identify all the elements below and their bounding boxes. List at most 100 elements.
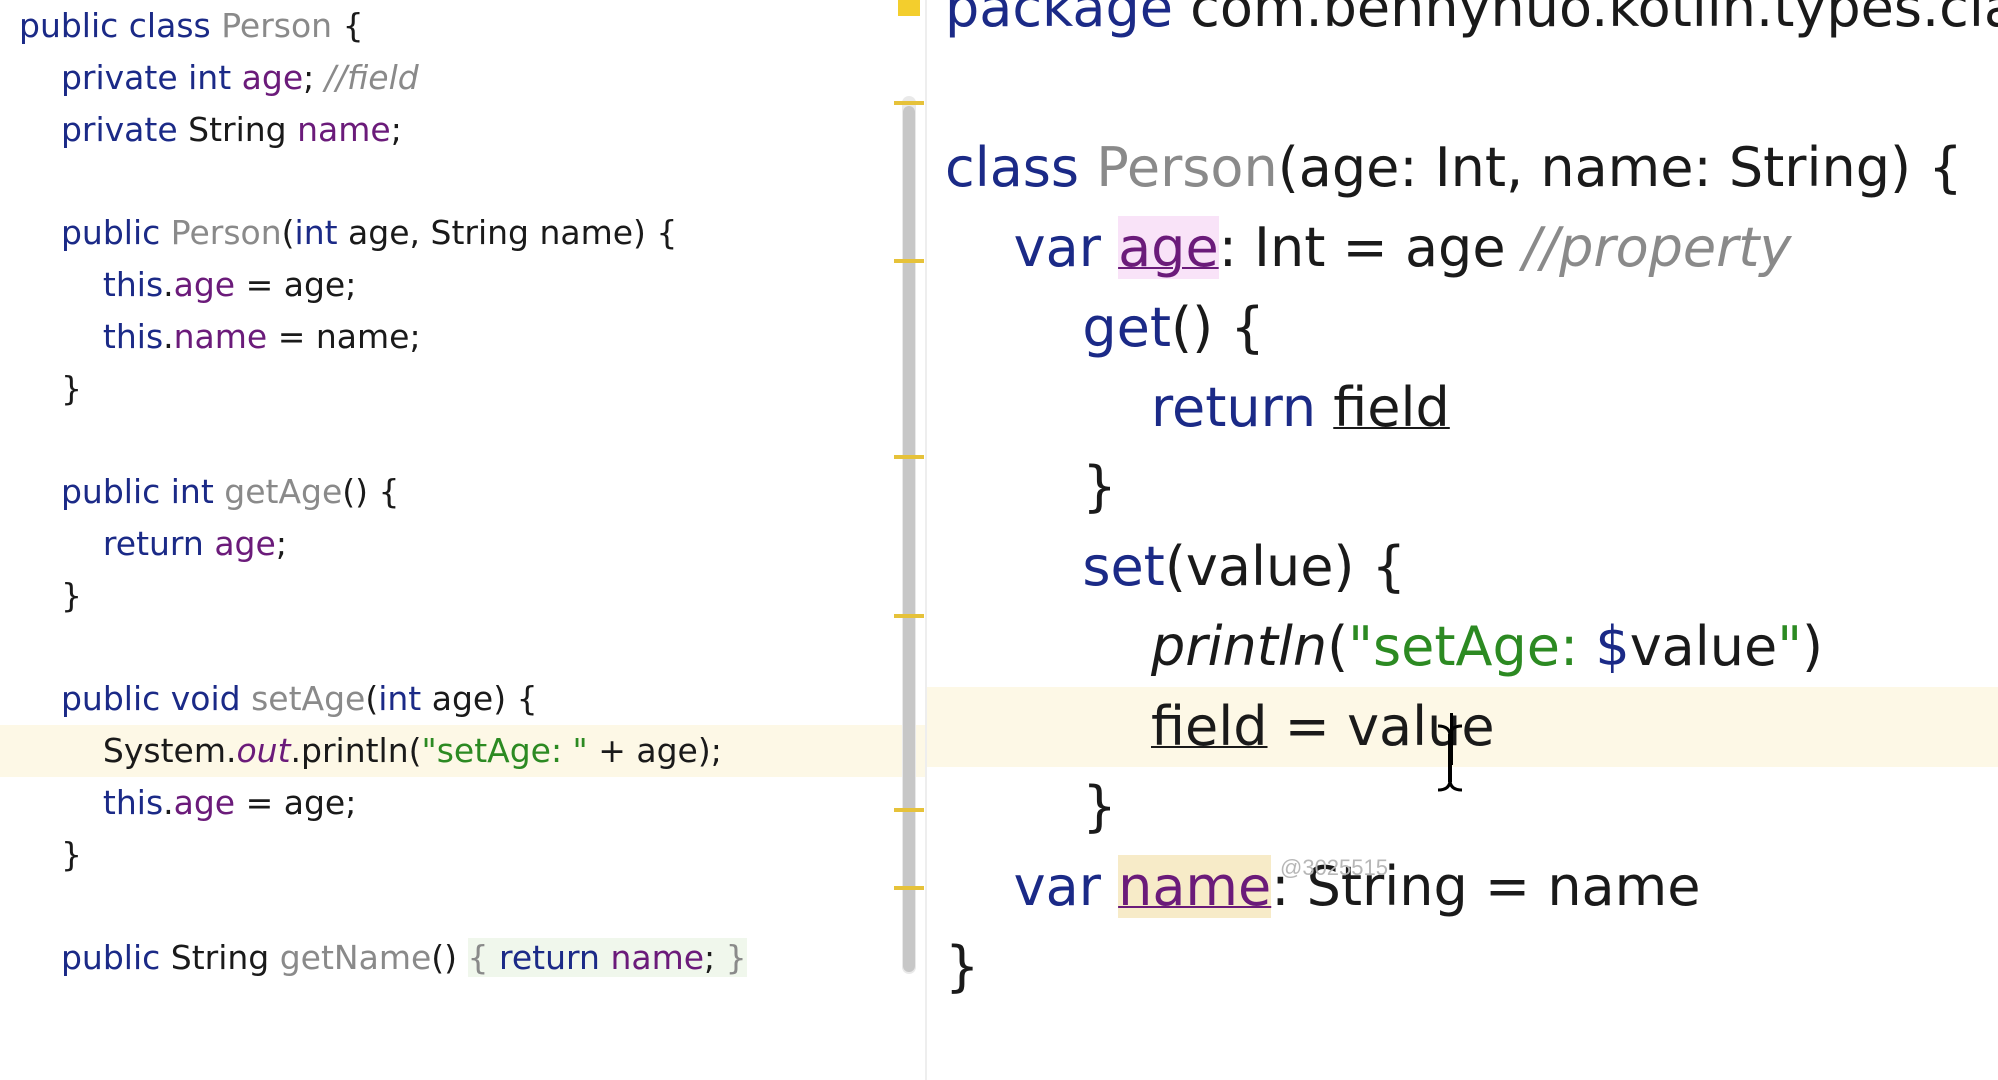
code-token: ) (1802, 615, 1824, 679)
code-token: name (610, 938, 705, 978)
error-stripe-marker[interactable] (894, 886, 924, 890)
code-line[interactable] (0, 414, 925, 466)
code-token: } (945, 775, 1117, 838)
code-line[interactable]: } (0, 829, 925, 881)
code-token: private int (60, 57, 242, 97)
error-stripe-marker[interactable] (894, 808, 924, 812)
code-line[interactable]: } (927, 927, 1998, 1007)
code-token: System. (102, 731, 237, 771)
code-token: public (60, 938, 171, 978)
code-token: = name; (267, 316, 421, 356)
code-line[interactable]: println("setAge: $value") (927, 607, 1998, 687)
code-token: int (378, 679, 432, 719)
error-stripe-marker[interactable] (894, 455, 924, 459)
code-token: public void (60, 679, 252, 719)
code-token: } (19, 368, 82, 408)
code-token: age (241, 57, 304, 97)
editor-scrollbar-thumb[interactable] (903, 106, 915, 972)
code-token: return (1150, 375, 1334, 439)
code-token: //property (1522, 215, 1792, 279)
code-line[interactable]: this.age = age; (0, 777, 925, 829)
code-line[interactable]: } (0, 570, 925, 622)
code-token: int (294, 213, 349, 253)
code-line[interactable]: public void setAge(int age) { (0, 673, 925, 725)
code-line[interactable] (0, 155, 925, 207)
code-line[interactable] (927, 48, 1998, 128)
code-token: { (332, 6, 364, 45)
kotlin-editor-pane[interactable]: package com.bennyhuo.kotlin.types.classe… (927, 0, 1998, 1080)
code-token: return (499, 938, 611, 978)
code-token: "setAge: " (421, 731, 588, 771)
java-editor-pane[interactable]: public class Person { private int age; /… (0, 0, 925, 1080)
code-line[interactable]: var age: Int = age //property (927, 208, 1998, 288)
code-line[interactable]: class Person(age: Int, name: String) { (927, 128, 1998, 208)
code-token: public int (60, 472, 225, 512)
code-token: = age; (235, 265, 357, 304)
code-token: (value) { (1164, 535, 1407, 599)
code-token: com.bennyhuo.kotlin.types.classes (1190, 0, 1998, 39)
code-token: .println( (290, 731, 422, 771)
code-token: . (163, 316, 174, 356)
code-line[interactable]: set(value) { (927, 527, 1998, 607)
code-token: public class (19, 6, 222, 45)
code-token: this (102, 783, 164, 822)
code-token: () (431, 938, 468, 978)
code-line[interactable]: this.age = age; (0, 259, 925, 311)
code-line[interactable]: private String name; (0, 104, 925, 156)
code-token: field (1333, 375, 1450, 439)
code-token: package (945, 0, 1191, 39)
code-token: . (163, 265, 174, 304)
code-line[interactable]: var name: String = name (927, 847, 1998, 927)
code-token: ( (1327, 615, 1349, 679)
code-line[interactable]: public int getAge() { (0, 466, 925, 518)
code-line[interactable] (0, 881, 925, 933)
code-line[interactable]: this.name = name; (0, 311, 925, 363)
code-line[interactable]: public String getName() { return name; } (0, 932, 925, 984)
error-stripe-marker[interactable] (898, 0, 920, 16)
code-line[interactable]: private int age; //field (0, 52, 925, 104)
code-token: age (173, 265, 236, 304)
error-stripe-marker[interactable] (894, 614, 924, 618)
code-token: name (297, 109, 391, 149)
code-token: } (725, 938, 747, 978)
code-line[interactable]: } (0, 363, 925, 415)
code-line[interactable]: return field (927, 368, 1998, 448)
code-line[interactable]: return age; (0, 518, 925, 570)
code-token: age (214, 524, 276, 563)
code-token: field (1150, 695, 1268, 759)
text-cursor-ibeam-icon (1437, 724, 1463, 792)
code-token: public (60, 213, 171, 253)
code-line[interactable]: public Person(int age, String name) { (0, 207, 925, 259)
code-token: name (1118, 854, 1272, 918)
code-line[interactable]: } (927, 447, 1998, 527)
code-token: } (19, 834, 82, 874)
code-token: getAge (224, 472, 343, 512)
code-line[interactable]: get() { (927, 288, 1998, 368)
code-token: age, String name) { (348, 213, 678, 253)
code-line[interactable] (0, 622, 925, 674)
code-token: } (945, 455, 1117, 519)
code-line[interactable]: public class Person { (0, 0, 925, 52)
code-token: name (173, 316, 268, 356)
code-token: //field (324, 57, 419, 97)
code-token: = age; (235, 783, 357, 822)
code-token: setAge (251, 679, 366, 719)
error-stripe-marker[interactable] (894, 101, 924, 105)
code-token: String (170, 938, 280, 978)
error-stripe-marker[interactable] (894, 259, 924, 263)
code-token: set (1082, 535, 1165, 599)
code-token: out (236, 731, 291, 771)
code-line[interactable]: package com.bennyhuo.kotlin.types.classe… (927, 0, 1998, 48)
code-line[interactable]: System.out.println("setAge: " + age); (0, 725, 925, 778)
code-token: " (1777, 615, 1803, 679)
